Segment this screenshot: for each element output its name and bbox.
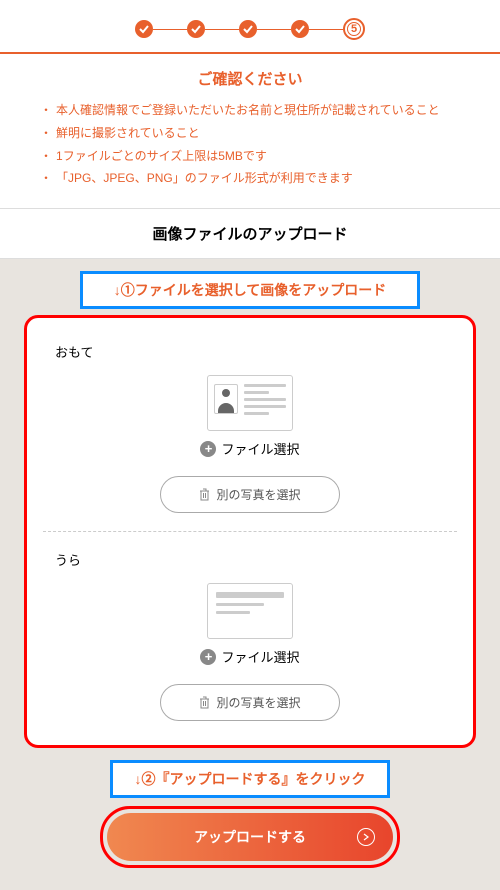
upload-area-highlight: おもて + ファイル選択 別の写真を選択 うら bbox=[24, 315, 476, 748]
back-label: うら bbox=[55, 550, 445, 569]
back-file-select-button[interactable]: + ファイル選択 bbox=[55, 647, 445, 666]
alt-photo-label: 別の写真を選択 bbox=[216, 486, 300, 503]
submit-button-highlight: アップロードする bbox=[100, 806, 400, 868]
back-upload-card: うら + ファイル選択 別の写真を選択 bbox=[33, 532, 467, 739]
step-5-current-icon: 5 bbox=[343, 18, 365, 40]
bullet-item: ・鮮明に撮影されていること bbox=[40, 122, 500, 145]
bullet-item: ・「JPG、JPEG、PNG」のファイル形式が利用できます bbox=[40, 167, 500, 190]
front-alt-photo-button[interactable]: 別の写真を選択 bbox=[160, 476, 340, 513]
upload-button-label: アップロードする bbox=[194, 827, 306, 847]
upload-section-title: 画像ファイルのアップロード bbox=[0, 208, 500, 259]
id-front-preview-icon bbox=[55, 375, 445, 431]
bullet-item: ・1ファイルごとのサイズ上限は5MBです bbox=[40, 145, 500, 168]
instruction-step2: ↓②『アップロードする』をクリック bbox=[110, 760, 390, 798]
step-connector bbox=[309, 29, 343, 30]
step-connector bbox=[153, 29, 187, 30]
confirm-title: ご確認ください bbox=[0, 54, 500, 99]
step-3-done-icon bbox=[239, 20, 257, 38]
upload-submit-button[interactable]: アップロードする bbox=[107, 813, 393, 861]
front-file-select-button[interactable]: + ファイル選択 bbox=[55, 439, 445, 458]
alt-photo-label: 別の写真を選択 bbox=[216, 694, 300, 711]
trash-icon bbox=[199, 488, 210, 501]
file-select-label: ファイル選択 bbox=[221, 647, 299, 666]
step-1-done-icon bbox=[135, 20, 153, 38]
arrow-right-icon bbox=[357, 828, 375, 846]
bullet-item: ・本人確認情報でご登録いただいたお名前と現住所が記載されていること bbox=[40, 99, 500, 122]
file-select-label: ファイル選択 bbox=[221, 439, 299, 458]
step-connector bbox=[205, 29, 239, 30]
trash-icon bbox=[199, 696, 210, 709]
front-label: おもて bbox=[55, 342, 445, 361]
instruction-step1: ↓①ファイルを選択して画像をアップロード bbox=[80, 271, 420, 309]
progress-stepper: 5 bbox=[0, 0, 500, 52]
step-connector bbox=[257, 29, 291, 30]
id-back-preview-icon bbox=[55, 583, 445, 639]
front-upload-card: おもて + ファイル選択 別の写真を選択 bbox=[33, 324, 467, 531]
confirm-bullets: ・本人確認情報でご登録いただいたお名前と現住所が記載されていること ・鮮明に撮影… bbox=[0, 99, 500, 208]
step-4-done-icon bbox=[291, 20, 309, 38]
back-alt-photo-button[interactable]: 別の写真を選択 bbox=[160, 684, 340, 721]
step-2-done-icon bbox=[187, 20, 205, 38]
plus-icon: + bbox=[200, 441, 216, 457]
plus-icon: + bbox=[200, 649, 216, 665]
